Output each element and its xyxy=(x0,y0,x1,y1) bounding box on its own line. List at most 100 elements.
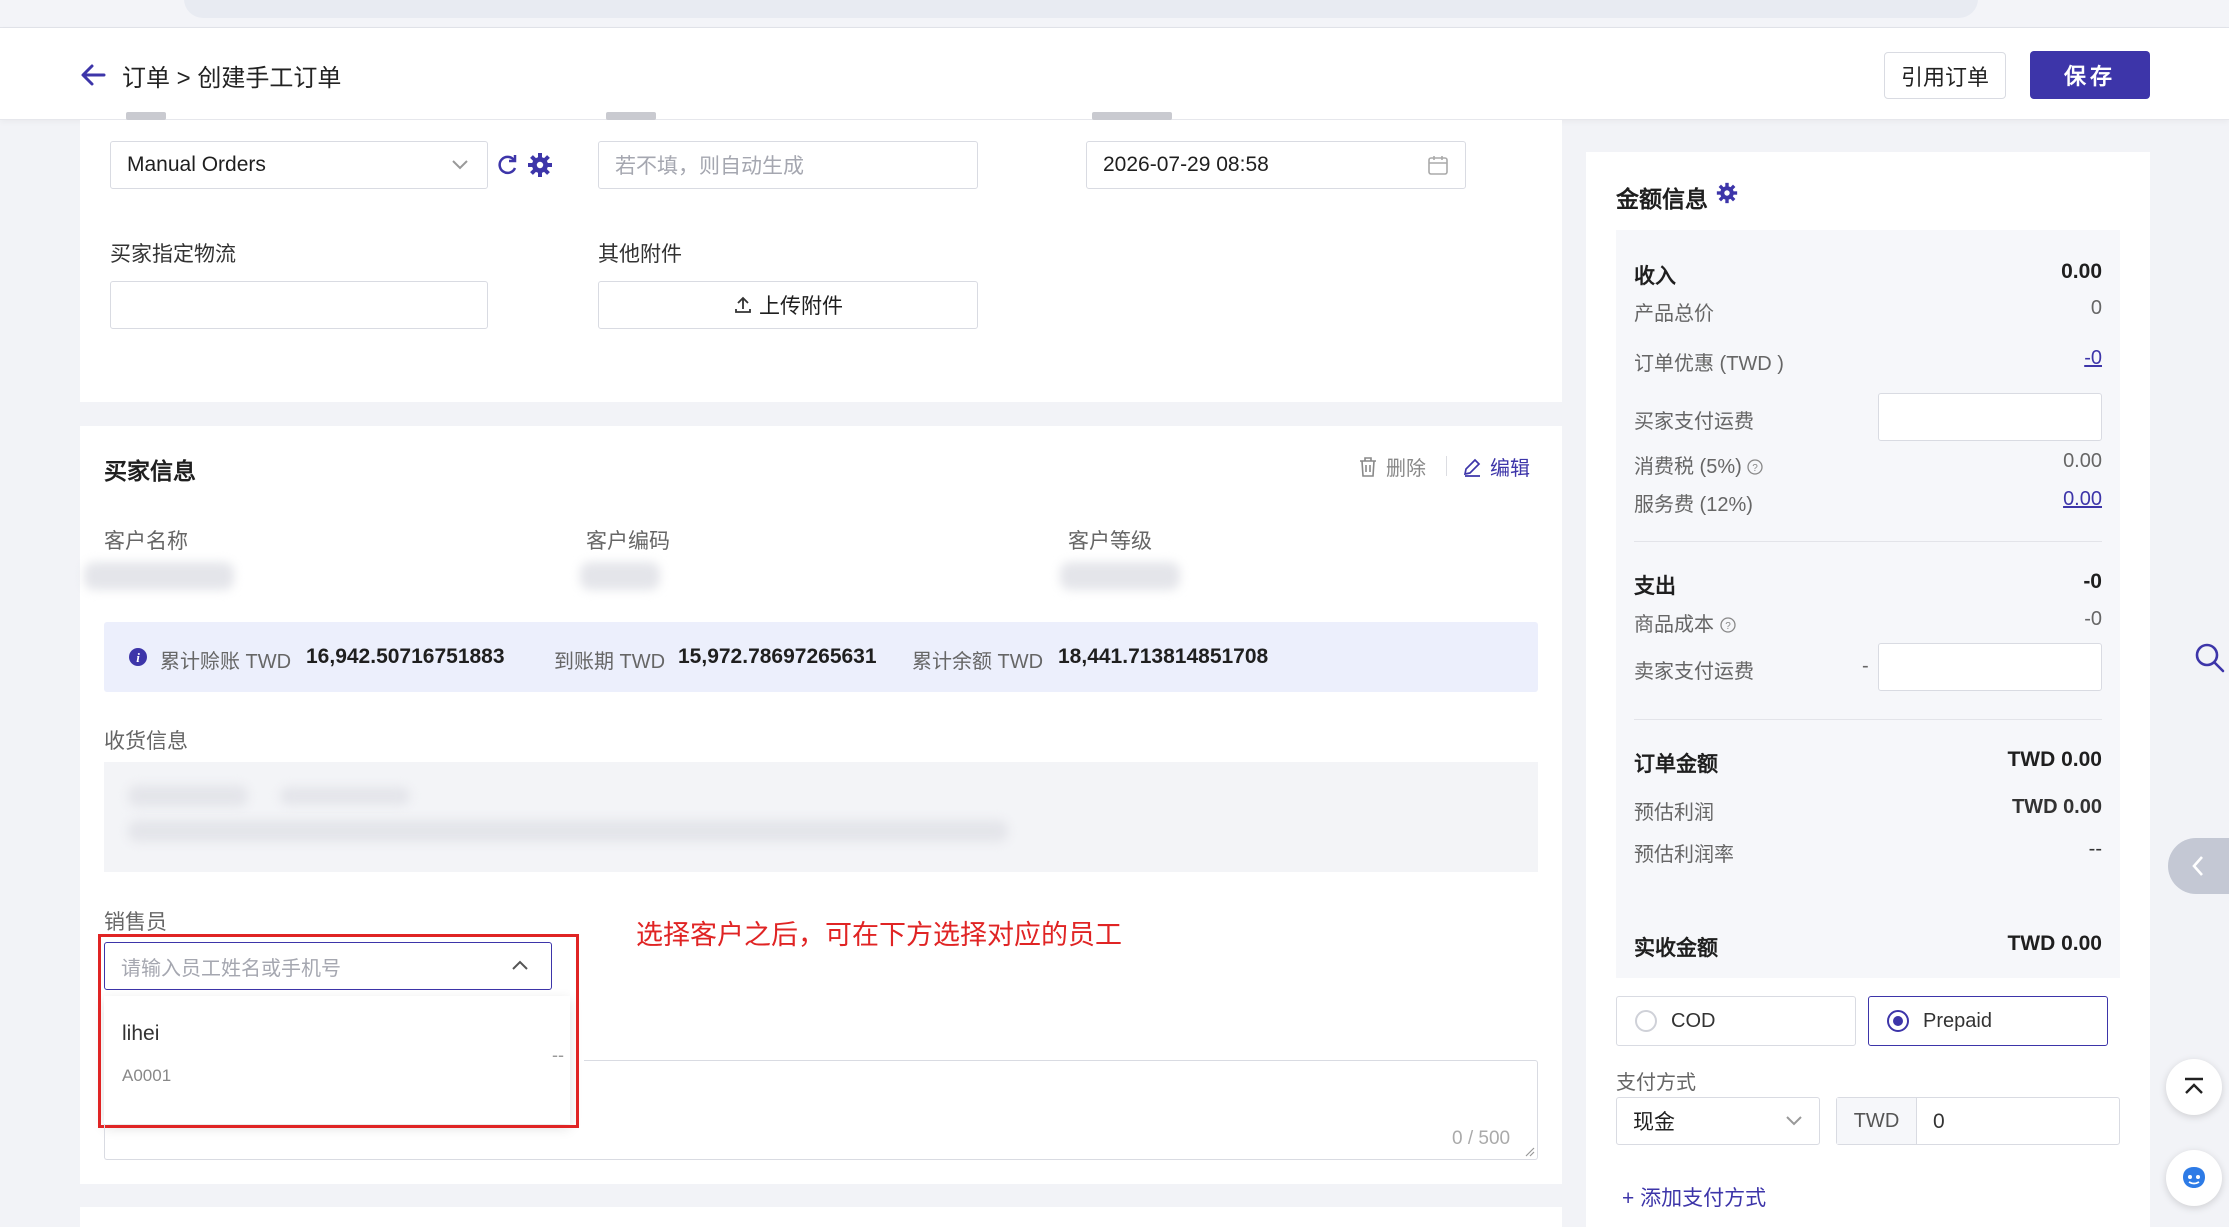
order-amount-label: 订单金额 xyxy=(1634,753,1718,776)
prepaid-label: Prepaid xyxy=(1923,1010,1992,1032)
chevron-left-icon xyxy=(2192,856,2203,876)
payment-amount-input[interactable]: 0 xyxy=(1933,1110,1945,1134)
order-number-input[interactable]: 若不填，则自动生成 xyxy=(598,141,978,189)
shipping-address-redacted xyxy=(128,820,1008,842)
prepaid-option[interactable]: Prepaid xyxy=(1868,996,2108,1046)
plus-icon: + xyxy=(1622,1187,1641,1210)
customer-level-label: 客户等级 xyxy=(1068,530,1152,553)
prepaid-radio[interactable] xyxy=(1887,1010,1909,1032)
add-payment-label: 添加支付方式 xyxy=(1640,1187,1767,1210)
order-discount-label: 订单优惠 (TWD ) xyxy=(1634,353,1784,375)
next-section-card xyxy=(80,1207,1562,1227)
shipping-phone-redacted xyxy=(280,787,410,805)
expense-value: -0 xyxy=(2083,570,2102,593)
add-payment-button[interactable]: + 添加支付方式 xyxy=(1622,1182,1766,1212)
help-icon[interactable]: ? xyxy=(1719,617,1736,633)
save-button[interactable]: 保存 xyxy=(2030,51,2150,99)
consumption-tax-value: 0.00 xyxy=(2063,450,2102,472)
gear-icon[interactable] xyxy=(1716,182,1738,204)
svg-text:?: ? xyxy=(1725,621,1731,632)
browser-address-bar[interactable] xyxy=(184,0,1978,18)
product-cost-value: -0 xyxy=(2084,608,2102,630)
cod-radio[interactable] xyxy=(1635,1010,1657,1032)
payment-method-value: 现金 xyxy=(1633,1111,1675,1134)
customer-name-label: 客户名称 xyxy=(104,530,188,553)
upload-attachment-button[interactable]: 上传附件 xyxy=(598,281,978,329)
edit-label: 编辑 xyxy=(1490,458,1530,480)
divider xyxy=(1634,719,2102,720)
store-select[interactable]: Manual Orders xyxy=(110,141,488,189)
chevron-down-icon xyxy=(452,160,468,170)
reference-order-button[interactable]: 引用订单 xyxy=(1884,52,2006,99)
arrow-up-to-top-icon xyxy=(2185,1077,2203,1094)
annotation-text: 选择客户之后，可在下方选择对应的员工 xyxy=(636,920,1122,950)
consumption-tax-label: 消费税 (5%) ? xyxy=(1634,450,1764,479)
est-margin-value: -- xyxy=(2088,838,2102,860)
buyer-shipping-input[interactable] xyxy=(1878,393,2102,441)
est-profit-value: TWD 0.00 xyxy=(2011,796,2102,818)
buyer-logistics-input[interactable] xyxy=(110,281,488,329)
seller-shipping-input[interactable] xyxy=(1878,643,2102,691)
income-label: 收入 xyxy=(1634,265,1676,288)
search-icon[interactable] xyxy=(2194,642,2226,674)
currency-addon: TWD xyxy=(1837,1098,1917,1144)
payment-method-select[interactable]: 现金 xyxy=(1616,1097,1820,1145)
remark-counter: 0 / 500 xyxy=(1452,1128,1511,1149)
product-total-label: 产品总价 xyxy=(1634,303,1714,325)
stat-label-due: 到账期 TWD xyxy=(554,651,666,673)
attachments-label: 其他附件 xyxy=(598,243,682,266)
buyer-logistics-label: 买家指定物流 xyxy=(110,243,236,266)
shipping-info-label: 收货信息 xyxy=(104,730,188,753)
received-value: TWD 0.00 xyxy=(2007,932,2102,955)
est-margin-label: 预估利润率 xyxy=(1634,844,1734,866)
dash-value: -- xyxy=(552,1045,564,1065)
resize-handle-icon[interactable] xyxy=(1523,1145,1535,1157)
upload-label: 上传附件 xyxy=(759,295,843,318)
order-time-value: 2026-07-29 08:58 xyxy=(1103,153,1269,176)
refresh-icon[interactable] xyxy=(494,152,520,178)
service-fee-label: 服务费 (12%) xyxy=(1634,494,1753,516)
order-number-placeholder: 若不填，则自动生成 xyxy=(615,155,804,178)
order-amount-value: TWD 0.00 xyxy=(2007,748,2102,771)
chat-bot-icon xyxy=(2183,1167,2205,1188)
service-fee-value[interactable]: 0.00 xyxy=(1960,488,2102,511)
help-icon[interactable]: ? xyxy=(1747,459,1764,475)
annotation-highlight-box xyxy=(98,934,579,1128)
product-cost-label: 商品成本 ? xyxy=(1634,608,1736,637)
stat-label-credit: 累计赊账 TWD xyxy=(160,651,292,673)
buyer-info-title: 买家信息 xyxy=(104,458,196,484)
cod-option[interactable]: COD xyxy=(1616,996,1856,1046)
clipped-label xyxy=(126,112,166,120)
customer-level-value-redacted xyxy=(1060,562,1180,590)
support-chat-button[interactable] xyxy=(2166,1150,2222,1206)
back-arrow-icon[interactable] xyxy=(78,60,108,90)
breadcrumb: 订单 > 创建手工订单 xyxy=(122,65,342,92)
stat-label-balance: 累计余额 TWD xyxy=(912,651,1044,673)
order-discount-value[interactable]: -0 xyxy=(1960,347,2102,370)
clipped-label xyxy=(1092,112,1172,120)
delete-label: 删除 xyxy=(1386,458,1426,480)
edit-button[interactable]: 编辑 xyxy=(1462,452,1530,481)
sales-label: 销售员 xyxy=(104,911,167,934)
divider xyxy=(1634,541,2102,542)
payment-amount-group: TWD 0 xyxy=(1836,1097,2120,1145)
clipped-label xyxy=(606,112,656,120)
divider xyxy=(1446,456,1447,476)
est-profit-label: 预估利润 xyxy=(1634,802,1714,824)
upload-icon xyxy=(735,296,751,313)
stat-value-balance: 18,441.713814851708 xyxy=(1058,645,1269,668)
customer-code-value-redacted xyxy=(580,562,660,590)
remark-textarea[interactable] xyxy=(584,1060,1538,1160)
shipping-info-box xyxy=(104,762,1538,872)
calendar-icon xyxy=(1428,156,1448,175)
gear-icon[interactable] xyxy=(527,152,553,178)
trash-icon xyxy=(1360,456,1376,477)
collapse-side-panel-button[interactable] xyxy=(2168,838,2229,894)
product-total-value: 0 xyxy=(2090,297,2102,319)
payment-method-label: 支付方式 xyxy=(1616,1072,1696,1094)
delete-button[interactable]: 删除 xyxy=(1358,452,1426,481)
svg-text:i: i xyxy=(136,650,140,665)
back-to-top-button[interactable] xyxy=(2166,1059,2222,1115)
order-time-picker[interactable]: 2026-07-29 08:58 xyxy=(1086,141,1466,189)
svg-text:?: ? xyxy=(1753,463,1759,474)
